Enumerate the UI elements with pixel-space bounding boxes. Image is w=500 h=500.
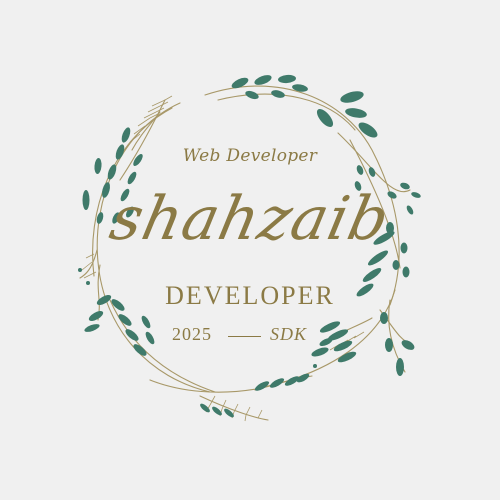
subtitle-text: Web Developer (182, 146, 318, 166)
footer-row: 2025 SDK (0, 324, 500, 350)
code-text: SDK (270, 324, 308, 344)
divider-line (228, 336, 261, 337)
logo-canvas: Web Developer shahzaib DEVELOPER 2025 SD… (0, 0, 500, 500)
brand-name: shahzaib (104, 184, 396, 254)
role-text: DEVELOPER (165, 281, 335, 310)
year-text: 2025 (172, 324, 212, 344)
